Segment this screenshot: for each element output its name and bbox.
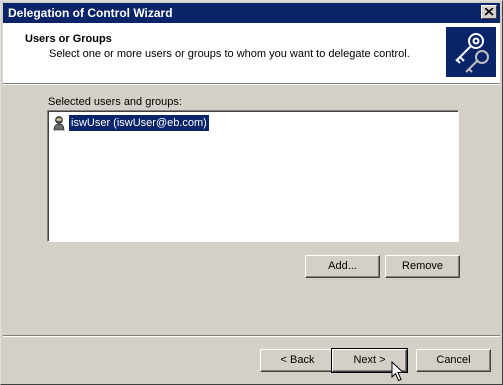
page-title: Users or Groups: [25, 33, 112, 45]
wizard-header: Users or Groups Select one or more users…: [3, 23, 500, 83]
add-button[interactable]: Add...: [305, 255, 380, 278]
cancel-button[interactable]: Cancel: [416, 349, 491, 372]
list-item-label: iswUser (iswUser@eb.com): [69, 115, 209, 131]
back-button[interactable]: < Back: [260, 349, 335, 372]
remove-button[interactable]: Remove: [385, 255, 460, 278]
list-label: Selected users and groups:: [48, 96, 182, 108]
close-icon: [485, 8, 494, 16]
listbox-frame: iswUser (iswUser@eb.com): [48, 111, 458, 241]
window-title: Delegation of Control Wizard: [8, 6, 173, 20]
users-listbox[interactable]: iswUser (iswUser@eb.com): [47, 110, 459, 242]
keys-icon: [446, 27, 496, 77]
footer-separator: [3, 335, 500, 337]
title-bar[interactable]: Delegation of Control Wizard: [3, 3, 500, 23]
header-separator: [3, 83, 500, 85]
wizard-window: Delegation of Control Wizard Users or Gr…: [0, 0, 503, 385]
close-button[interactable]: [481, 5, 497, 19]
page-subtitle: Select one or more users or groups to wh…: [49, 48, 410, 60]
user-icon: [53, 116, 65, 131]
mouse-cursor-icon: [391, 361, 405, 382]
